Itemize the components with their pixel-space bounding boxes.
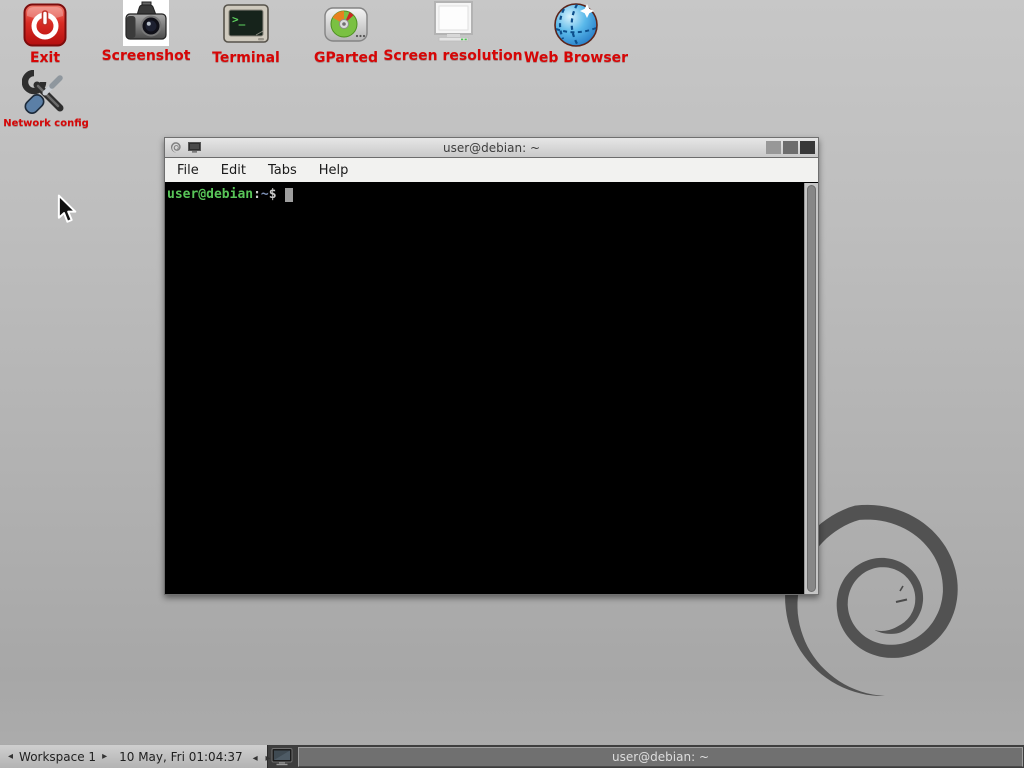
icon-label: Network config xyxy=(0,119,116,130)
menu-file[interactable]: File xyxy=(166,160,210,181)
menu-tabs[interactable]: Tabs xyxy=(257,160,308,181)
taskbar-window-button[interactable]: user@debian: ~ xyxy=(298,747,1023,767)
desktop-icon-network-config[interactable]: Network config xyxy=(0,70,116,130)
crt-terminal-icon: >_ xyxy=(222,4,270,46)
desktop-icon-screen-resolution[interactable]: Screen resolution xyxy=(383,0,523,64)
power-icon xyxy=(23,3,67,47)
display-tray-icon[interactable] xyxy=(271,748,293,766)
menu-help[interactable]: Help xyxy=(308,160,360,181)
terminal-window-icon xyxy=(188,142,201,153)
tools-icon xyxy=(22,70,70,116)
icon-label: Screen resolution xyxy=(383,49,523,64)
terminal-window: user@debian: ~ File Edit Tabs Help user@… xyxy=(164,137,819,595)
pager-prev-icon[interactable]: ◂ xyxy=(251,753,260,764)
prompt-symbol: $ xyxy=(269,187,277,202)
clock: 10 May, Fri 01:04:37 xyxy=(119,750,243,764)
panel-left-section: ◂ Workspace 1 ▸ 10 May, Fri 01:04:37 ◂ ▸ xyxy=(0,745,268,768)
close-button[interactable] xyxy=(800,141,815,154)
desktop: Exit Screenshot >_ xyxy=(0,0,1024,768)
prompt-user-host: user@debian xyxy=(167,187,253,202)
desktop-icon-web-browser[interactable]: Web Browser xyxy=(506,2,646,66)
debian-swirl-icon xyxy=(170,141,183,154)
icon-label: Web Browser xyxy=(506,51,646,66)
mouse-cursor xyxy=(57,194,83,226)
workspace-label: Workspace 1 xyxy=(19,750,96,764)
system-tray xyxy=(268,745,296,768)
prompt-separator: : xyxy=(253,187,261,202)
scrollbar-thumb[interactable] xyxy=(807,185,816,592)
window-titlebar[interactable]: user@debian: ~ xyxy=(165,138,818,158)
terminal-screen[interactable]: user@debian:~$ xyxy=(165,183,818,594)
workspace-next-icon[interactable]: ▸ xyxy=(100,751,109,762)
menu-edit[interactable]: Edit xyxy=(210,160,257,181)
svg-text:>_: >_ xyxy=(232,13,246,26)
camera-icon xyxy=(123,0,169,46)
window-buttons xyxy=(766,141,815,154)
taskbar: ◂ Workspace 1 ▸ 10 May, Fri 01:04:37 ◂ ▸… xyxy=(0,744,1024,768)
window-title: user@debian: ~ xyxy=(165,141,818,155)
terminal-scrollbar[interactable] xyxy=(804,183,818,594)
prompt-path: ~ xyxy=(261,187,269,202)
globe-icon xyxy=(553,2,599,48)
disk-partition-icon xyxy=(323,5,369,45)
minimize-button[interactable] xyxy=(766,141,781,154)
maximize-button[interactable] xyxy=(783,141,798,154)
menu-bar: File Edit Tabs Help xyxy=(165,158,818,182)
titlebar-icons xyxy=(170,141,201,154)
monitor-icon xyxy=(430,1,476,45)
workspace-prev-icon[interactable]: ◂ xyxy=(6,751,15,762)
text-cursor xyxy=(285,188,293,202)
shell-prompt: user@debian:~$ xyxy=(167,187,293,202)
